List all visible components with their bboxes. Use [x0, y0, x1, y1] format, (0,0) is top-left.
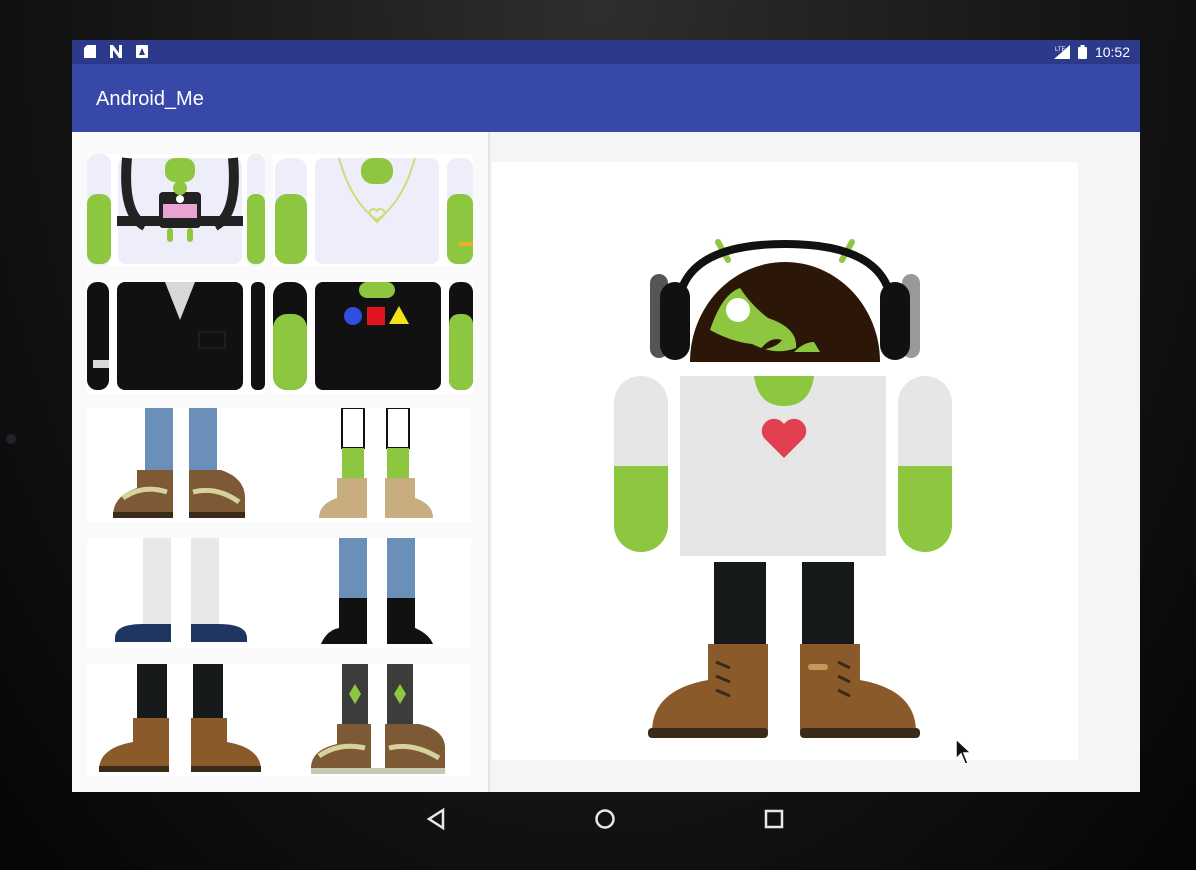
- recents-icon[interactable]: [759, 804, 789, 834]
- gallery-item-body-1[interactable]: [87, 154, 265, 266]
- gallery-item-legs-3: [113, 538, 249, 646]
- gallery-item-legs-4: [321, 538, 433, 644]
- status-bar: LTE 10:52: [72, 40, 1140, 64]
- gallery-item-legs-1: [113, 408, 245, 518]
- android-notification-icon: [136, 45, 148, 58]
- battery-icon: [1077, 45, 1087, 59]
- back-icon[interactable]: [421, 804, 451, 834]
- home-icon[interactable]: [590, 804, 620, 834]
- necklace-shirt-image: [275, 157, 473, 264]
- mouse-cursor-icon: [955, 738, 973, 765]
- legs-row-3-image: [99, 664, 445, 774]
- gallery-row-legs-2: [87, 538, 471, 648]
- gallery-item-body-3[interactable]: [87, 280, 265, 394]
- legs-row-1-image: [113, 408, 433, 518]
- gallery-item-legs-6: [311, 664, 445, 774]
- app-title: Android_Me: [96, 88, 204, 110]
- android-figure: [614, 239, 952, 738]
- sd-card-icon: [84, 45, 96, 58]
- gallery-row-legs-1: [87, 408, 471, 522]
- gallery-item-body-2[interactable]: [273, 154, 473, 266]
- legs-row-2-image: [113, 538, 433, 646]
- app-bar: Android_Me: [72, 64, 1140, 132]
- signal-icon: LTE: [1053, 45, 1070, 59]
- android-legs-brown-boots[interactable]: [648, 562, 920, 738]
- gallery-row-legs-3: [87, 664, 471, 776]
- gallery-item-legs-5: [99, 664, 261, 772]
- svg-text:LTE: LTE: [1055, 47, 1066, 53]
- device-screen: LTE 10:52 Android_Me: [72, 40, 1140, 792]
- suit-jacket-image: [87, 282, 265, 390]
- gallery-item-body-4[interactable]: [271, 280, 473, 394]
- status-time: 10:52: [1094, 44, 1130, 60]
- gallery-item-legs-2: [319, 408, 433, 518]
- headphones-robot-shirt-image: [87, 154, 265, 266]
- android-preview-pane: [490, 132, 1140, 792]
- android-body-heart-shirt[interactable]: [614, 376, 952, 556]
- android-preview-canvas: [492, 162, 1078, 760]
- shapes-shirt-image: [273, 282, 473, 390]
- device-camera-dot: [6, 434, 16, 444]
- body-part-gallery: [72, 132, 488, 792]
- android-head-headphones-hair[interactable]: [650, 239, 920, 362]
- nfc-icon: [110, 45, 122, 58]
- system-navigation-bar: [0, 792, 1196, 842]
